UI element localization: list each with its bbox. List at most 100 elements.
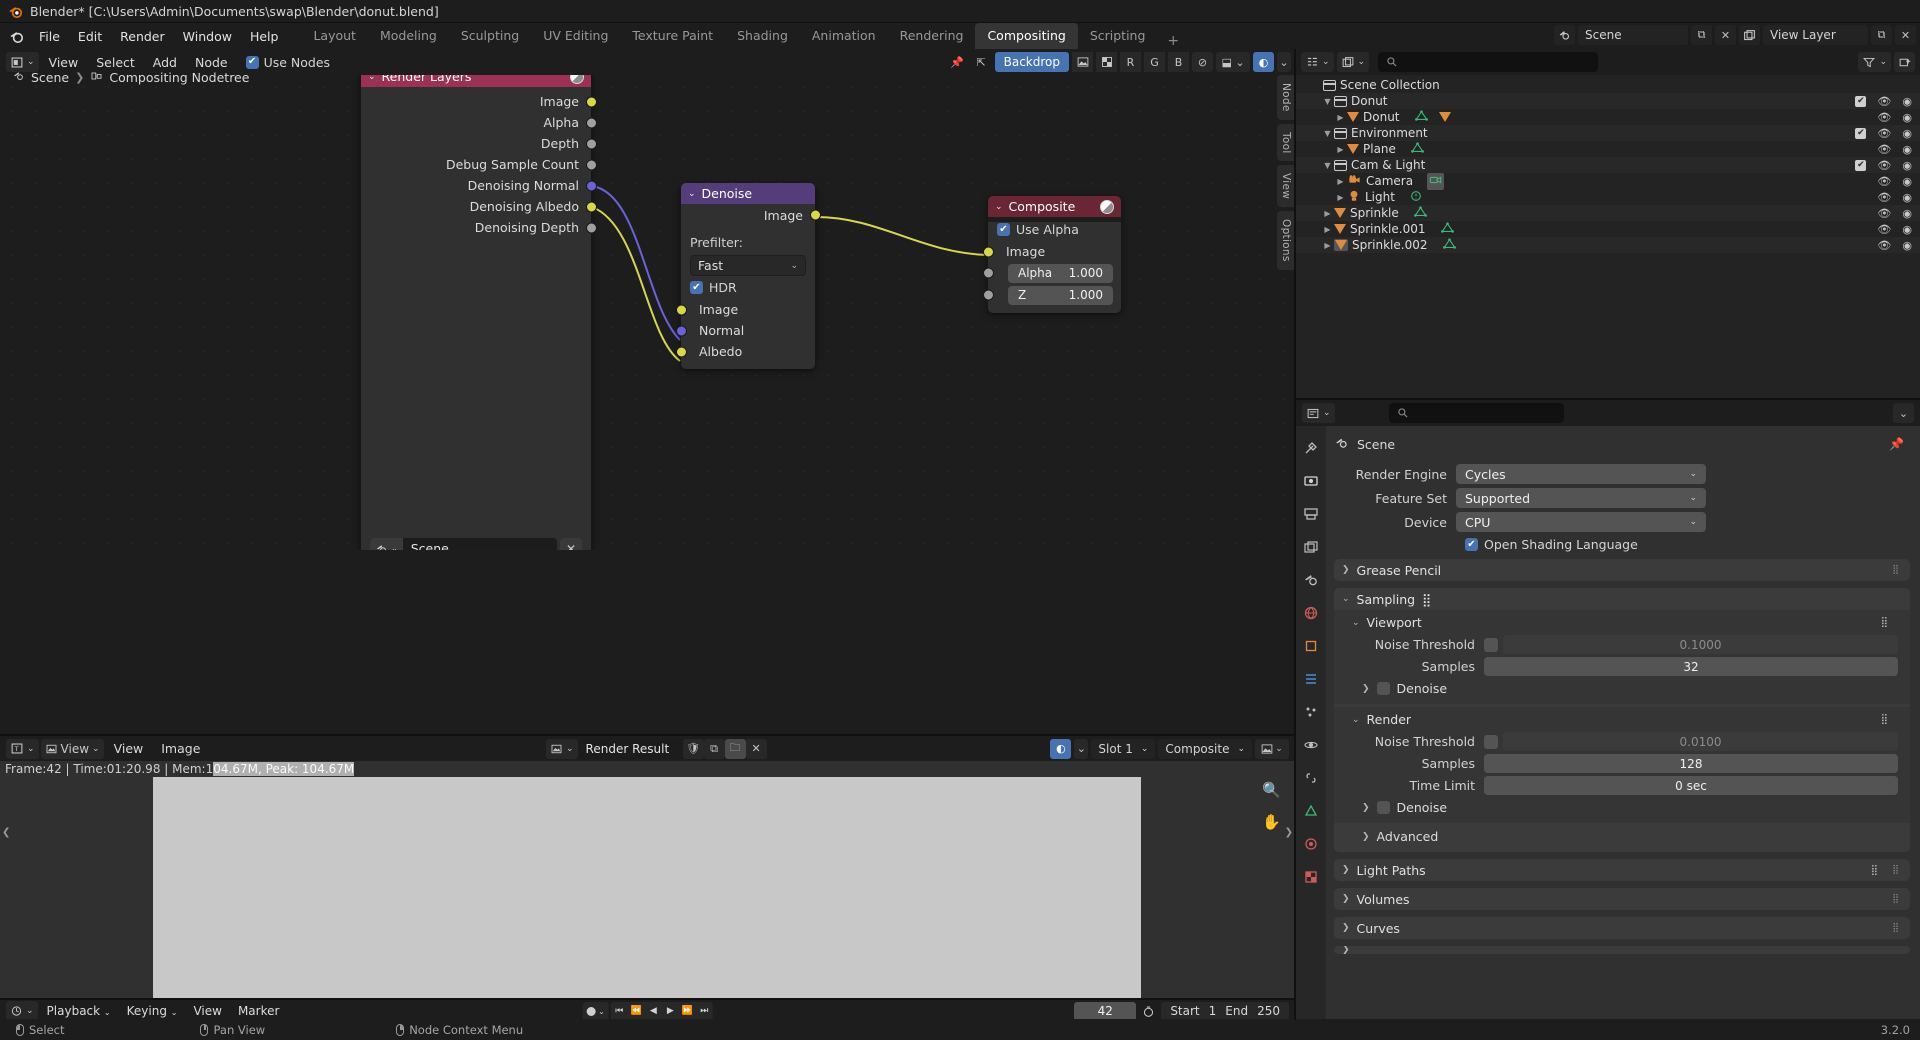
pin-icon[interactable]: 📌 <box>947 52 968 72</box>
sidebar-tab-tool[interactable]: Tool <box>1277 123 1294 162</box>
panel-light-paths[interactable]: ❯ Light Paths ⣿ ⣿ <box>1334 859 1910 881</box>
play-button[interactable]: ▶ <box>662 1002 679 1021</box>
jump-to-start-button[interactable]: ⏮ <box>611 1002 628 1021</box>
chevron-down-icon[interactable]: ⌄ <box>688 189 696 199</box>
disclosure-right-icon[interactable]: ▶ <box>1321 225 1334 234</box>
outliner-row-sprinkle-002[interactable]: ▶ Sprinkle.002 👁 ◉ <box>1296 237 1920 253</box>
socket-image[interactable] <box>585 96 597 107</box>
panel-curves[interactable]: ❯ Curves ⣿ <box>1334 917 1910 939</box>
vertical-divider[interactable] <box>1294 49 1296 1020</box>
image-browse-icon[interactable]: ⌄ <box>546 738 578 759</box>
render-header[interactable]: ⌄ Render ⣿ <box>1334 709 1910 730</box>
exclude-checkbox[interactable]: ✔ <box>1855 127 1867 139</box>
disable-render-camera-icon[interactable]: ◉ <box>1902 111 1912 124</box>
feature-set-dropdown[interactable]: Supported ⌄ <box>1456 488 1706 508</box>
disable-render-camera-icon[interactable]: ◉ <box>1902 207 1912 220</box>
image-name-field[interactable]: Render Result <box>577 738 683 759</box>
hide-viewport-eye-icon[interactable]: 👁 <box>1877 95 1891 108</box>
menu-render[interactable]: Render <box>111 26 174 47</box>
device-dropdown[interactable]: CPU ⌄ <box>1456 512 1706 532</box>
tab-output-icon[interactable] <box>1302 505 1320 523</box>
horizontal-divider-image[interactable] <box>0 734 1295 736</box>
tab-modeling[interactable]: Modeling <box>368 23 449 49</box>
new-view-layer-icon[interactable]: ⧉ <box>1871 25 1892 45</box>
menu-edit[interactable]: Edit <box>69 26 111 47</box>
previous-keyframe-button[interactable]: ⏪ <box>628 1002 645 1021</box>
prefilter-dropdown[interactable]: Fast ⌄ <box>690 255 806 276</box>
properties-options-caret[interactable]: ⌄ <box>1893 403 1914 423</box>
socket-denoise-normal-in[interactable] <box>675 325 687 336</box>
hdr-checkbox[interactable]: ✔ <box>690 281 703 294</box>
editor-type-selector[interactable]: ⌄ <box>6 52 39 72</box>
output-socket-row[interactable]: Debug Sample Count <box>361 154 597 175</box>
disable-render-camera-icon[interactable]: ◉ <box>1902 127 1912 140</box>
menu-file[interactable]: File <box>30 26 69 47</box>
output-socket-row[interactable]: Denoising Albedo <box>361 196 597 217</box>
hide-viewport-eye-icon[interactable]: 👁 <box>1877 175 1891 188</box>
backdrop-image-icon[interactable] <box>1072 52 1093 72</box>
osl-checkbox[interactable]: ✔ <box>1465 538 1478 551</box>
backdrop-channel-g[interactable]: G <box>1144 52 1165 72</box>
disable-render-camera-icon[interactable]: ◉ <box>1902 223 1912 236</box>
render-engine-dropdown[interactable]: Cycles ⌄ <box>1456 464 1706 484</box>
socket-alpha[interactable] <box>585 117 597 128</box>
horizontal-divider-timeline[interactable] <box>0 998 1295 1000</box>
duplicate-image-icon[interactable]: ⧉ <box>703 738 725 759</box>
exclude-checkbox[interactable]: ✔ <box>1855 159 1867 171</box>
hide-viewport-eye-icon[interactable]: 👁 <box>1877 159 1891 172</box>
jump-to-end-button[interactable]: ⏭ <box>696 1002 713 1021</box>
input-socket-row[interactable]: Z 1.000 <box>982 284 1121 306</box>
hdr-toggle[interactable]: ✔ HDR <box>690 280 806 295</box>
input-socket-row[interactable]: Image <box>675 299 815 320</box>
hide-viewport-eye-icon[interactable]: 👁 <box>1877 223 1891 236</box>
auto-keying-toggle[interactable]: ⌄ <box>582 1001 609 1021</box>
disable-render-camera-icon[interactable]: ◉ <box>1902 159 1912 172</box>
backdrop-channel-r[interactable]: R <box>1120 52 1141 72</box>
outliner-row-environment-collection[interactable]: ▼ Environment ✔ 👁 ◉ <box>1296 125 1920 141</box>
timeline-editor-type-selector[interactable]: ⌄ <box>6 1001 38 1021</box>
render-slot-dropdown[interactable]: Slot 1 ⌄ <box>1091 738 1156 759</box>
overlays-dropdown[interactable]: ⬓ ⌄ <box>1216 52 1250 72</box>
render-time-limit-value[interactable]: 0 sec <box>1484 776 1898 795</box>
menu-window[interactable]: Window <box>174 26 241 47</box>
image-menu-image[interactable]: Image <box>153 738 208 759</box>
end-frame-value[interactable]: 250 <box>1257 1004 1280 1018</box>
sidebar-tab-node[interactable]: Node <box>1277 75 1294 120</box>
unlink-scene-icon[interactable]: ✕ <box>1715 25 1736 45</box>
new-scene-icon[interactable]: ⧉ <box>1691 25 1712 45</box>
tab-shading[interactable]: Shading <box>725 23 800 49</box>
image-editor-type-selector[interactable]: T ⌄ <box>6 738 39 759</box>
render-denoise-checkbox[interactable] <box>1376 801 1390 814</box>
composite-preview-icon[interactable] <box>1100 199 1114 214</box>
tab-tool-icon[interactable] <box>1302 439 1320 457</box>
socket-denoise-image-out[interactable] <box>809 209 821 220</box>
tab-sculpting[interactable]: Sculpting <box>449 23 531 49</box>
denoise-title-bar[interactable]: ⌄ Denoise <box>681 183 815 204</box>
outliner-search-input[interactable] <box>1378 52 1599 72</box>
outliner-row-scene-collection[interactable]: Scene Collection <box>1296 77 1920 93</box>
render-layers-preview-icon[interactable] <box>570 75 584 84</box>
tab-scene-icon[interactable] <box>1302 571 1320 589</box>
tab-material-icon[interactable] <box>1302 835 1320 853</box>
outliner-editor-type-selector[interactable]: ⌄ <box>1301 52 1334 72</box>
socket-depth[interactable] <box>585 138 597 149</box>
image-view-mode-selector[interactable]: View ⌄ <box>40 738 104 759</box>
socket-composite-alpha-in[interactable] <box>982 267 994 279</box>
panel-simplify-partial[interactable]: ❯ <box>1334 946 1910 954</box>
outliner-display-mode-selector[interactable]: ⌄ <box>1336 52 1370 72</box>
view-as-render-icon[interactable]: ◐ <box>1050 738 1072 759</box>
view-layer-name-field[interactable]: View Layer <box>1763 25 1868 45</box>
current-frame-field[interactable]: 42 <box>1074 1001 1137 1021</box>
tab-object-icon[interactable] <box>1302 637 1320 655</box>
socket-composite-z-in[interactable] <box>982 289 994 301</box>
tab-uv-editing[interactable]: UV Editing <box>531 23 620 49</box>
advanced-row[interactable]: ❯ Advanced <box>1334 826 1910 847</box>
socket-composite-image-in[interactable] <box>982 246 994 257</box>
viewport-denoise-checkbox[interactable] <box>1376 682 1390 695</box>
input-socket-row[interactable]: Image <box>982 241 1121 262</box>
disable-render-camera-icon[interactable]: ◉ <box>1902 143 1912 156</box>
overlay-options-caret[interactable]: ⌄ <box>1277 52 1291 72</box>
socket-denoising-normal[interactable] <box>585 180 597 191</box>
tab-animation[interactable]: Animation <box>800 23 888 49</box>
alpha-value-field[interactable]: Alpha 1.000 <box>1008 263 1113 283</box>
